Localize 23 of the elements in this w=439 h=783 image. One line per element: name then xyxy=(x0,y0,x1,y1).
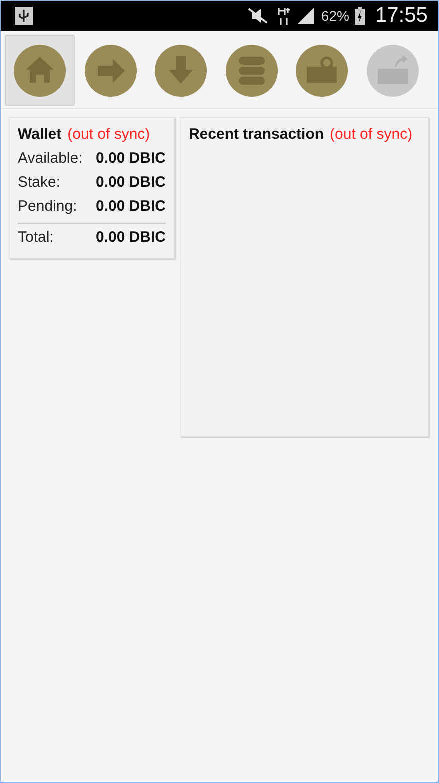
arrow-right-icon xyxy=(84,44,137,96)
house-icon xyxy=(14,44,66,96)
wallet-title: Wallet xyxy=(18,126,62,143)
usb-icon xyxy=(15,7,33,25)
total-value: 0.00 DBIC xyxy=(96,228,166,248)
sync-status: (out of sync) xyxy=(68,126,150,143)
stack-icon xyxy=(226,44,278,96)
signal-icon xyxy=(297,7,316,25)
battery-icon xyxy=(355,7,366,25)
sync-status: (out of sync) xyxy=(330,126,413,143)
battery-percent: 62% xyxy=(321,8,350,24)
arrow-down-icon xyxy=(155,44,208,96)
toolbar-button[interactable] xyxy=(5,35,75,106)
recent-title: Recent transaction xyxy=(189,126,324,143)
balance-label: Stake: xyxy=(18,173,61,193)
network-icon xyxy=(277,6,292,26)
balance-value: 0.00 DBIC xyxy=(96,173,166,193)
balance-label: Available: xyxy=(18,149,83,169)
balance-label: Pending: xyxy=(18,197,78,217)
balance-value: 0.00 DBIC xyxy=(96,197,166,217)
total-label: Total: xyxy=(18,228,54,248)
clock: 17:55 xyxy=(375,4,428,28)
balance-value: 0.00 DBIC xyxy=(96,149,166,169)
